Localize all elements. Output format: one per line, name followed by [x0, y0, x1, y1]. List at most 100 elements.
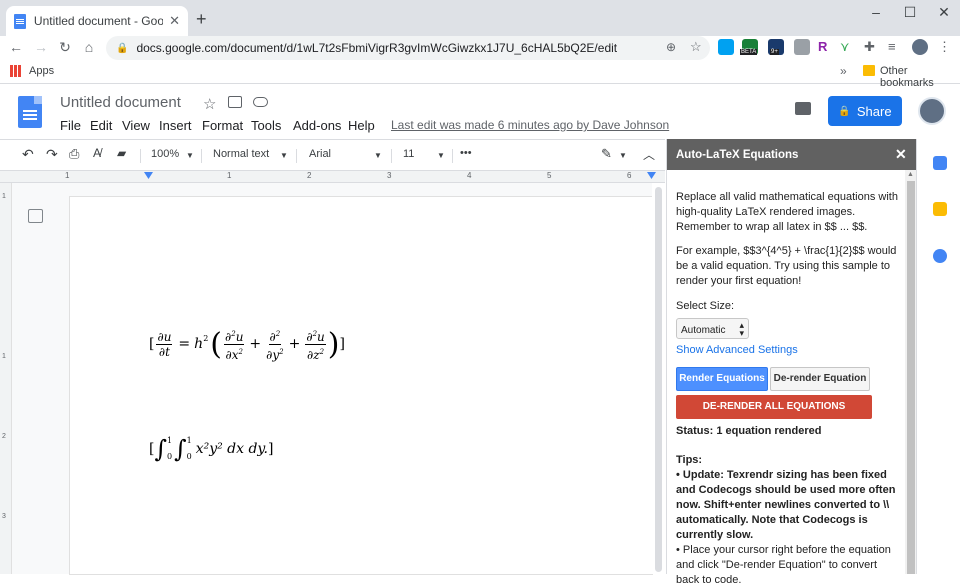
chevron-down-icon: ▼: [619, 151, 627, 160]
ruler-number: 4: [467, 171, 472, 180]
chevron-down-icon: ▼: [437, 151, 445, 160]
ruler-number: 5: [547, 171, 552, 180]
vertical-ruler: 1 1 2 3: [0, 183, 12, 574]
ruler-number: 1: [65, 171, 70, 180]
cloud-status-icon[interactable]: [253, 97, 268, 107]
apps-bookmark[interactable]: Apps: [29, 65, 54, 77]
docs-logo-icon[interactable]: [18, 96, 42, 128]
more-icon[interactable]: •••: [460, 147, 472, 159]
keep-icon[interactable]: [933, 202, 947, 216]
spellcheck-icon[interactable]: A̸: [93, 146, 101, 160]
redo-icon[interactable]: ↷: [46, 146, 58, 163]
menu-file[interactable]: File: [60, 118, 81, 133]
chevron-down-icon: ▼: [374, 151, 382, 160]
share-button[interactable]: 🔒 Share: [828, 96, 902, 126]
back-icon[interactable]: ←: [7, 39, 25, 55]
tab-close-icon[interactable]: ✕: [169, 13, 180, 29]
calendar-icon[interactable]: [933, 156, 947, 170]
sidebar-scroll-thumb[interactable]: [907, 181, 915, 574]
bookmark-star-icon[interactable]: ☆: [690, 39, 702, 55]
account-avatar[interactable]: [918, 97, 946, 125]
menu-edit[interactable]: Edit: [90, 118, 112, 133]
document-scrollbar[interactable]: [652, 183, 665, 574]
equation-image-2[interactable]: [ ∫ 10 ∫ 10 x²y² dx dy. ]: [149, 429, 273, 469]
lock-icon: 🔒: [116, 42, 129, 54]
derender-equation-button[interactable]: De-render Equation: [770, 367, 870, 391]
chrome-menu-icon[interactable]: ⋮: [938, 39, 954, 55]
new-tab-button[interactable]: +: [196, 9, 207, 30]
move-folder-icon[interactable]: [228, 96, 242, 108]
bookmarks-overflow[interactable]: »: [840, 64, 847, 78]
select-arrows-icon: ▴ ▾: [739, 320, 744, 338]
reload-icon[interactable]: ↻: [56, 39, 74, 56]
extension-r-icon[interactable]: R: [818, 39, 834, 55]
render-equations-button[interactable]: Render Equations: [676, 367, 768, 391]
document-title[interactable]: Untitled document: [60, 94, 181, 111]
font-select[interactable]: Arial: [309, 148, 331, 160]
share-lock-icon: 🔒: [838, 105, 851, 117]
indent-marker-icon[interactable]: [144, 172, 153, 179]
extensions-puzzle-icon[interactable]: ✚: [864, 39, 880, 55]
window-close-icon[interactable]: ✕: [934, 4, 954, 21]
last-edit-link[interactable]: Last edit was made 6 minutes ago by Dave…: [391, 118, 669, 132]
formatting-toolbar: ↶ ↷ ⎙ A̸ ▰ 100% ▼ Normal text ▼ Arial ▼ …: [0, 139, 665, 171]
auto-latex-sidebar: Auto-LaTeX Equations ✕ Replace all valid…: [666, 139, 917, 586]
apps-grid-icon: [10, 65, 22, 77]
size-select[interactable]: Automatic ▴ ▾: [676, 318, 749, 339]
equation-image-1[interactable]: [ ∂u ∂t = h2 ( ∂2u ∂x2 + ∂2 ∂y2 + ∂2u ∂z2 ) …: [149, 325, 345, 363]
tasks-icon[interactable]: [933, 249, 947, 263]
document-page[interactable]: [ ∂u ∂t = h2 ( ∂2u ∂x2 + ∂2 ∂y2 + ∂2u ∂z2 ) …: [70, 197, 652, 574]
advanced-settings-link[interactable]: Show Advanced Settings: [676, 343, 902, 358]
forward-icon[interactable]: →: [32, 39, 50, 55]
sidebar-content: Replace all valid mathematical equations…: [676, 190, 902, 588]
style-select[interactable]: Normal text: [213, 148, 269, 160]
zoom-icon[interactable]: ⊕: [666, 40, 676, 54]
other-bookmarks[interactable]: Other bookmarks: [880, 65, 960, 89]
outline-icon[interactable]: [28, 209, 43, 223]
menu-format[interactable]: Format: [202, 118, 243, 133]
ruler-number: 3: [2, 513, 6, 520]
home-icon[interactable]: ⌂: [80, 39, 98, 55]
select-size-label: Select Size:: [676, 300, 735, 312]
menu-addons[interactable]: Add-ons: [293, 118, 341, 133]
right-indent-marker-icon[interactable]: [647, 172, 656, 179]
folder-icon: [863, 65, 875, 76]
menu-tools[interactable]: Tools: [251, 118, 281, 133]
side-apps-rail: [916, 139, 960, 574]
address-bar[interactable]: 🔒 docs.google.com/document/d/1wL7t2sFbmi…: [106, 36, 710, 60]
menu-insert[interactable]: Insert: [159, 118, 192, 133]
maximize-icon[interactable]: ☐: [900, 4, 920, 21]
undo-icon[interactable]: ↶: [22, 146, 34, 163]
paint-format-icon[interactable]: ▰: [117, 146, 126, 160]
editing-mode-pencil-icon[interactable]: ✎: [601, 146, 612, 162]
tab-strip: Untitled document - Google Doc ✕ + – ☐ ✕: [0, 0, 960, 36]
star-icon[interactable]: ☆: [203, 95, 216, 113]
extension-beta-icon[interactable]: BETA: [740, 39, 758, 55]
ruler-number: 2: [2, 433, 6, 440]
menu-view[interactable]: View: [122, 118, 150, 133]
derender-all-button[interactable]: DE-RENDER ALL EQUATIONS: [676, 395, 872, 419]
ruler-number: 6: [627, 171, 632, 180]
scroll-up-icon[interactable]: ▲: [907, 171, 914, 178]
profile-avatar-icon[interactable]: [912, 39, 928, 55]
collapse-menus-icon[interactable]: ︿: [643, 146, 655, 163]
tab-title: Untitled document - Google Doc: [33, 14, 164, 28]
font-size-select[interactable]: 11: [403, 148, 414, 160]
extension-s-icon[interactable]: [718, 39, 734, 55]
extension-chart-icon[interactable]: [794, 39, 810, 55]
zoom-select[interactable]: 100%: [151, 148, 179, 160]
sidebar-close-icon[interactable]: ✕: [895, 146, 907, 163]
minimize-icon[interactable]: –: [866, 4, 886, 20]
browser-tab[interactable]: Untitled document - Google Doc ✕: [6, 6, 188, 36]
media-icon[interactable]: ≡: [888, 39, 904, 55]
extension-leaf-icon[interactable]: ⋎: [840, 39, 856, 55]
scroll-thumb[interactable]: [655, 187, 662, 572]
ruler-number: 2: [307, 171, 312, 180]
comments-icon[interactable]: [795, 102, 811, 115]
menu-help[interactable]: Help: [348, 118, 375, 133]
ruler-number: 1: [2, 193, 6, 200]
status-text: Status: 1 equation rendered: [676, 425, 822, 437]
print-icon[interactable]: ⎙: [69, 146, 79, 162]
sidebar-header: Auto-LaTeX Equations: [667, 139, 917, 170]
extension-badge-icon[interactable]: 9+: [768, 39, 784, 55]
